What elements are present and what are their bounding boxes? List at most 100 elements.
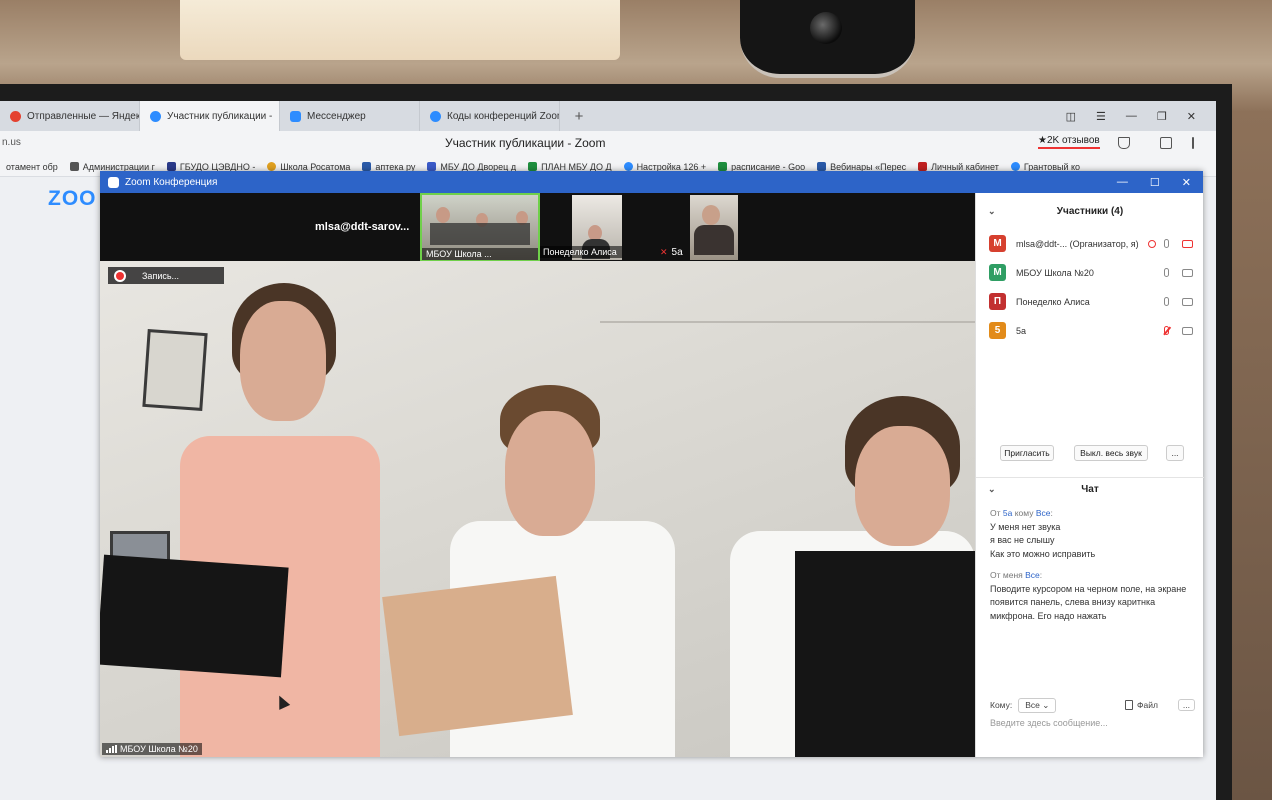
- avatar: 5: [989, 322, 1006, 339]
- google-sheets-icon: [718, 162, 728, 171]
- chat-input[interactable]: Введите здесь сообщение...: [990, 718, 1195, 728]
- bookmark-label: ПЛАН МБУ ДО Д: [541, 161, 612, 172]
- extensions-icon[interactable]: [1160, 137, 1172, 149]
- bookmark-item[interactable]: МБУ ДО Дворец д: [421, 162, 522, 172]
- bookmark-item[interactable]: Грантовый ко: [1005, 162, 1086, 172]
- minimize-icon[interactable]: —: [1117, 176, 1128, 189]
- bookmark-item[interactable]: аптека ру: [356, 162, 421, 172]
- url-host[interactable]: n.us: [0, 137, 21, 148]
- mic-icon[interactable]: [1164, 239, 1169, 248]
- chat-message-meta: От 5a кому Все:: [990, 507, 1195, 521]
- bookmark-item[interactable]: ГБУДО ЦЭВДНО -: [161, 162, 262, 172]
- bookmark-icon[interactable]: [1118, 137, 1130, 149]
- video-thumbnail-school[interactable]: МБОУ Школа ...: [420, 193, 540, 262]
- maximize-icon[interactable]: ❐: [1157, 110, 1167, 123]
- bookmark-label: МБУ ДО Дворец д: [440, 161, 517, 172]
- avatar: П: [989, 293, 1006, 310]
- chevron-down-icon[interactable]: ⌄: [988, 484, 996, 495]
- minimize-icon[interactable]: —: [1126, 110, 1137, 123]
- chat-message-meta: От меня Все:: [990, 569, 1195, 583]
- maximize-icon[interactable]: ☐: [1150, 176, 1160, 189]
- yandex-mail-icon: [10, 110, 21, 122]
- mic-icon[interactable]: [1164, 268, 1169, 277]
- close-icon[interactable]: ✕: [1187, 110, 1196, 123]
- folder: [100, 554, 289, 678]
- new-tab-button[interactable]: +: [568, 105, 590, 127]
- video-thumbnail-5a[interactable]: [690, 195, 738, 260]
- recipient-name[interactable]: Все: [1036, 508, 1051, 518]
- bookmark-item[interactable]: Настройка 126 +: [618, 162, 713, 172]
- recording-label: Запись...: [142, 270, 180, 281]
- bookmark-item[interactable]: Школа Росатома: [261, 162, 356, 172]
- tab-label: Коды конференций Zoom: [447, 110, 560, 122]
- chat-line: я вас не слышу: [990, 535, 1055, 545]
- bookmark-manager-icon[interactable]: ◫: [1066, 110, 1076, 123]
- bookmark-item[interactable]: ПЛАН МБУ ДО Д: [522, 162, 617, 172]
- menu-icon[interactable]: ☰: [1096, 110, 1106, 123]
- browser-tab-active[interactable]: Участник публикации - ×: [140, 101, 280, 131]
- chat-more-button[interactable]: ...: [1177, 699, 1195, 711]
- camera-icon[interactable]: [1182, 297, 1193, 306]
- participant-name: 5a: [1016, 325, 1027, 336]
- chat-message: От меня Все: Поводите курсором на черном…: [990, 569, 1195, 623]
- recipient-select[interactable]: Все ⌄: [1018, 697, 1057, 713]
- bookmark-item[interactable]: отамент обр: [0, 162, 64, 172]
- participant-name: mlsa@ddt-... (Организатор, я): [1016, 238, 1139, 249]
- to-label: Кому:: [990, 700, 1013, 710]
- file-icon: [1125, 700, 1133, 710]
- bookmark-item[interactable]: Администрации г: [64, 162, 161, 172]
- download-icon[interactable]: [1192, 137, 1194, 149]
- participant-row[interactable]: M mlsa@ddt-... (Организатор, я): [976, 229, 1204, 258]
- file-button[interactable]: Файл: [1125, 700, 1158, 710]
- google-sheets-icon: [528, 162, 538, 171]
- meta-prefix: От: [990, 570, 1001, 580]
- sender-name[interactable]: 5a: [1003, 508, 1012, 518]
- recording-badge[interactable]: Запись...: [108, 267, 224, 284]
- browser-address-bar: n.us Участник публикации - Zoom ★2K отзы…: [0, 131, 1216, 157]
- bookmark-label: Школа Росатома: [280, 161, 351, 172]
- bookmark-label: Администрации г: [82, 161, 155, 172]
- site-icon: [427, 162, 437, 171]
- bookmark-label: Вебинары «Перес: [830, 161, 907, 172]
- participant-name: Понеделко Алиса: [1016, 296, 1090, 307]
- zoom-meeting-window: Zoom Конференция — ☐ ✕ mlsa@ddt-sarov...…: [100, 171, 1204, 757]
- thumbnail-caption: МБОУ Школа ...: [422, 248, 538, 260]
- participant-row[interactable]: П Понеделко Алиса: [976, 287, 1204, 316]
- file-label: Файл: [1137, 700, 1158, 710]
- invite-button[interactable]: Пригласить: [1000, 445, 1054, 461]
- bookmark-item[interactable]: расписание - Goo: [712, 162, 811, 172]
- bookmark-label: Настройка 126 +: [636, 161, 707, 172]
- camera-icon[interactable]: [1182, 326, 1193, 335]
- chevron-down-icon[interactable]: ⌄: [988, 206, 996, 217]
- zoom-icon: [430, 110, 441, 122]
- site-icon: [1010, 162, 1020, 171]
- recipient-name[interactable]: Все: [1025, 570, 1040, 580]
- bookmark-item[interactable]: Личный кабинет: [912, 162, 1005, 172]
- browser-tab[interactable]: Отправленные — Яндекс: [0, 101, 140, 131]
- participant-row[interactable]: 5 5a: [976, 316, 1204, 345]
- mic-icon[interactable]: [1164, 297, 1169, 306]
- wall-frame: [142, 329, 208, 411]
- bookmark-label: аптека ру: [375, 161, 416, 172]
- browser-tab[interactable]: Мессенджер: [280, 101, 420, 131]
- bookmark-item[interactable]: Вебинары «Перес: [811, 162, 912, 172]
- zoom-window-controls: — ☐ ✕: [1117, 176, 1203, 189]
- participant-name: МБОУ Школа №20: [1016, 267, 1094, 278]
- camera-icon[interactable]: [1182, 268, 1193, 277]
- reviews-badge[interactable]: ★2K отзывов: [1038, 135, 1100, 149]
- close-icon[interactable]: ✕: [1182, 176, 1191, 189]
- browser-tab[interactable]: Коды конференций Zoom: [420, 101, 560, 131]
- person-body: [694, 225, 734, 255]
- active-speaker-video[interactable]: Запись... МБОУ Школа №20: [100, 261, 975, 757]
- muted-mic-icon[interactable]: [1164, 326, 1169, 335]
- participant-row[interactable]: M МБОУ Школа №20: [976, 258, 1204, 287]
- recording-icon: [1148, 239, 1156, 248]
- chat-messages: От 5a кому Все: У меня нет звука я вас н…: [990, 507, 1195, 631]
- camera-off-icon[interactable]: [1182, 239, 1193, 248]
- record-icon: [116, 271, 124, 280]
- chat-message: От 5a кому Все: У меня нет звука я вас н…: [990, 507, 1195, 561]
- participants-more-button[interactable]: ...: [1166, 445, 1184, 461]
- chat-header: ⌄ Чат: [976, 477, 1204, 501]
- mute-all-button[interactable]: Выкл. весь звук: [1074, 445, 1148, 461]
- site-icon: [166, 162, 176, 171]
